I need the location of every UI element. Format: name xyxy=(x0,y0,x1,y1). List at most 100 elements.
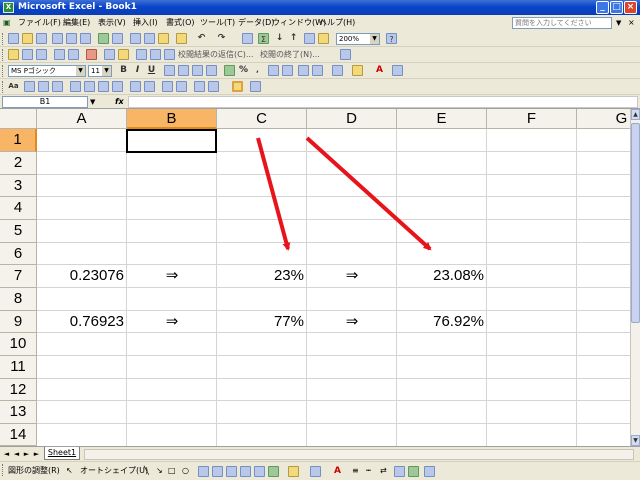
comma-style-icon[interactable]: , xyxy=(252,65,263,76)
cell-d7[interactable]: ⇒ xyxy=(307,265,397,287)
control-properties-icon[interactable] xyxy=(162,81,173,92)
save-icon[interactable] xyxy=(36,33,47,44)
update-file-icon[interactable] xyxy=(118,49,129,60)
redo-icon[interactable]: ↷ xyxy=(216,33,227,44)
review-dropdown-icon[interactable] xyxy=(340,49,351,60)
horizontal-scrollbar[interactable] xyxy=(84,449,634,460)
copy-icon[interactable] xyxy=(144,33,155,44)
undo-icon[interactable]: ↶ xyxy=(196,33,207,44)
cell-e7[interactable]: 23.08% xyxy=(397,265,487,287)
cell-a9[interactable]: 0.76923 xyxy=(37,311,127,333)
name-box[interactable]: B1 xyxy=(2,96,88,108)
italic-icon[interactable]: I xyxy=(132,65,143,76)
toolbar-grip[interactable] xyxy=(2,81,5,93)
menu-data[interactable]: データ(D) xyxy=(238,15,274,31)
sort-descending-icon[interactable]: ↑ xyxy=(288,33,299,44)
active-cell-b1[interactable] xyxy=(126,129,217,153)
next-comment-icon[interactable] xyxy=(36,49,47,60)
row-header-1[interactable]: 1 xyxy=(0,129,37,152)
toolbar-grip[interactable] xyxy=(2,33,5,45)
reply-changes-icon[interactable] xyxy=(164,49,175,60)
permission-icon[interactable] xyxy=(52,33,63,44)
row-header-3[interactable]: 3 xyxy=(0,175,37,197)
name-box-dropdown-icon[interactable]: ▼ xyxy=(90,96,95,108)
menu-insert[interactable]: 挿入(I) xyxy=(133,15,158,31)
column-header-d[interactable]: D xyxy=(307,109,397,129)
print-preview-icon[interactable] xyxy=(80,33,91,44)
font-color-icon[interactable]: A xyxy=(332,466,343,477)
drawing-icon[interactable] xyxy=(318,33,329,44)
help-search-input[interactable]: 質問を入力してください xyxy=(512,17,612,29)
font-color-icon[interactable]: A xyxy=(374,65,385,76)
sort-ascending-icon[interactable]: ↓ xyxy=(274,33,285,44)
minimize-button[interactable]: _ xyxy=(596,1,609,14)
menu-help[interactable]: ヘルプ(H) xyxy=(319,15,355,31)
column-header-a[interactable]: A xyxy=(37,109,127,129)
insert-picture-icon[interactable] xyxy=(268,466,279,477)
percent-icon[interactable]: % xyxy=(238,65,249,76)
row-header-4[interactable]: 4 xyxy=(0,197,37,220)
cell-e9[interactable]: 76.92% xyxy=(397,311,487,333)
hyperlink-icon[interactable] xyxy=(242,33,253,44)
row-header-5[interactable]: 5 xyxy=(0,220,37,243)
increase-decimal-icon[interactable] xyxy=(268,65,279,76)
new-comment-icon[interactable] xyxy=(8,49,19,60)
delete-comment-icon[interactable] xyxy=(86,49,97,60)
vertical-text-box-icon[interactable] xyxy=(212,466,223,477)
row-header-9[interactable]: 9 xyxy=(0,311,37,333)
toolbar-grip[interactable] xyxy=(2,49,5,61)
cut-icon[interactable] xyxy=(130,33,141,44)
row-header-12[interactable]: 12 xyxy=(0,379,37,401)
shadow-style-icon[interactable] xyxy=(394,466,405,477)
formula-input[interactable] xyxy=(128,96,638,108)
chevron-down-icon[interactable]: ▼ xyxy=(102,66,111,76)
select-objects-icon[interactable]: ↖ xyxy=(66,462,73,480)
show-comment-icon[interactable] xyxy=(54,49,65,60)
merge-center-icon[interactable] xyxy=(206,65,217,76)
spelling-icon[interactable] xyxy=(98,33,109,44)
menu-file[interactable]: ファイル(F) xyxy=(18,15,61,31)
autosum-icon[interactable]: Σ xyxy=(258,33,269,44)
line-style-icon[interactable]: ≡ xyxy=(352,462,359,480)
toolbar-options-icon[interactable] xyxy=(250,81,261,92)
list-box-icon[interactable] xyxy=(98,81,109,92)
reply-with-changes-button[interactable]: 校閲結果の返信(C)... xyxy=(178,47,253,63)
excel-app-icon[interactable]: X xyxy=(3,2,14,13)
align-center-icon[interactable] xyxy=(178,65,189,76)
research-icon[interactable] xyxy=(112,33,123,44)
underline-icon[interactable]: U xyxy=(146,65,157,76)
row-header-2[interactable]: 2 xyxy=(0,152,37,175)
column-header-b[interactable]: B xyxy=(127,109,217,129)
prev-sheet-icon[interactable]: ◄ xyxy=(12,449,21,459)
insert-function-icon[interactable]: fx xyxy=(115,96,124,108)
edit-box-icon[interactable] xyxy=(38,81,49,92)
toolbar-grip[interactable] xyxy=(2,464,5,476)
send-mail-icon[interactable] xyxy=(136,49,147,60)
option-button-icon[interactable] xyxy=(84,81,95,92)
toggle-grid-icon[interactable] xyxy=(194,81,205,92)
diagram-icon[interactable] xyxy=(240,466,251,477)
show-all-comments-icon[interactable] xyxy=(68,49,79,60)
ink-annotation-icon[interactable] xyxy=(150,49,161,60)
vertical-scroll-thumb[interactable] xyxy=(631,123,640,323)
toolbar-grip[interactable] xyxy=(2,65,5,77)
worksheet-grid[interactable]: A B C D E F G 1 2 3 4 5 6 7 8 9 10 11 12… xyxy=(0,109,630,446)
toggle-grid-active-icon[interactable] xyxy=(232,81,243,92)
create-task-icon[interactable] xyxy=(104,49,115,60)
cell-b9[interactable]: ⇒ xyxy=(127,311,217,333)
open-icon[interactable] xyxy=(22,33,33,44)
help-icon[interactable]: ? xyxy=(386,33,397,44)
text-icon[interactable]: Aa xyxy=(8,81,19,92)
arrow-style-icon[interactable]: ⇄ xyxy=(380,462,387,480)
line-icon[interactable]: ╲ xyxy=(144,462,149,480)
3d-style-icon[interactable] xyxy=(408,466,419,477)
last-sheet-icon[interactable]: ► xyxy=(32,449,41,459)
spinner-icon[interactable] xyxy=(144,81,155,92)
row-header-7[interactable]: 7 xyxy=(0,265,37,288)
column-header-g[interactable]: G xyxy=(577,109,630,129)
zoom-select[interactable]: 200% ▼ xyxy=(336,33,380,45)
edit-code-icon[interactable] xyxy=(176,81,187,92)
oval-icon[interactable]: ○ xyxy=(182,462,189,480)
help-dropdown-icon[interactable]: ▼ xyxy=(616,15,621,31)
fill-color-icon[interactable] xyxy=(288,466,299,477)
